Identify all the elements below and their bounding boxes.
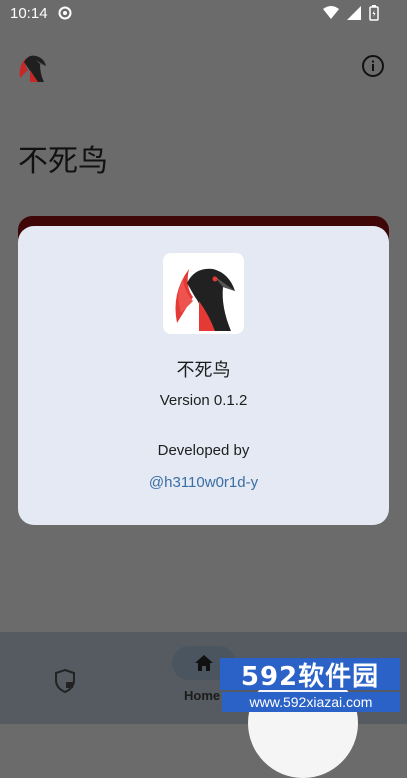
- settings-gear-icon: [58, 6, 72, 20]
- info-button[interactable]: [357, 50, 389, 82]
- phoenix-logo-icon: [19, 55, 46, 82]
- about-dialog: 不死鸟 Version 0.1.2 Developed by @h3110w0r…: [18, 226, 389, 525]
- battery-icon: [369, 5, 379, 21]
- app-version: Version 0.1.2: [159, 392, 248, 409]
- signal-icon: [347, 6, 361, 20]
- nav-item-label: Home: [184, 688, 221, 703]
- watermark-title: 592软件园: [220, 658, 400, 692]
- shield-lock-icon[interactable]: [53, 668, 77, 694]
- wifi-icon: [323, 6, 339, 19]
- watermark: 592软件园 www.592xiazai.com: [220, 640, 407, 778]
- developed-by-label: Developed by: [157, 442, 250, 459]
- developer-link[interactable]: @h3110w0r1d-y: [18, 474, 389, 491]
- phoenix-logo-icon: [175, 268, 235, 331]
- app-name: 不死鸟: [176, 360, 231, 381]
- home-icon: [195, 655, 213, 671]
- watermark-url: www.592xiazai.com: [222, 692, 400, 712]
- status-bar: 10:14: [0, 0, 407, 28]
- info-icon: [362, 55, 384, 77]
- app-logo: [163, 253, 244, 334]
- status-icons: [323, 5, 379, 21]
- status-time: 10:14: [10, 5, 48, 22]
- page-title: 不死鸟: [18, 144, 108, 179]
- app-bar: [0, 40, 407, 96]
